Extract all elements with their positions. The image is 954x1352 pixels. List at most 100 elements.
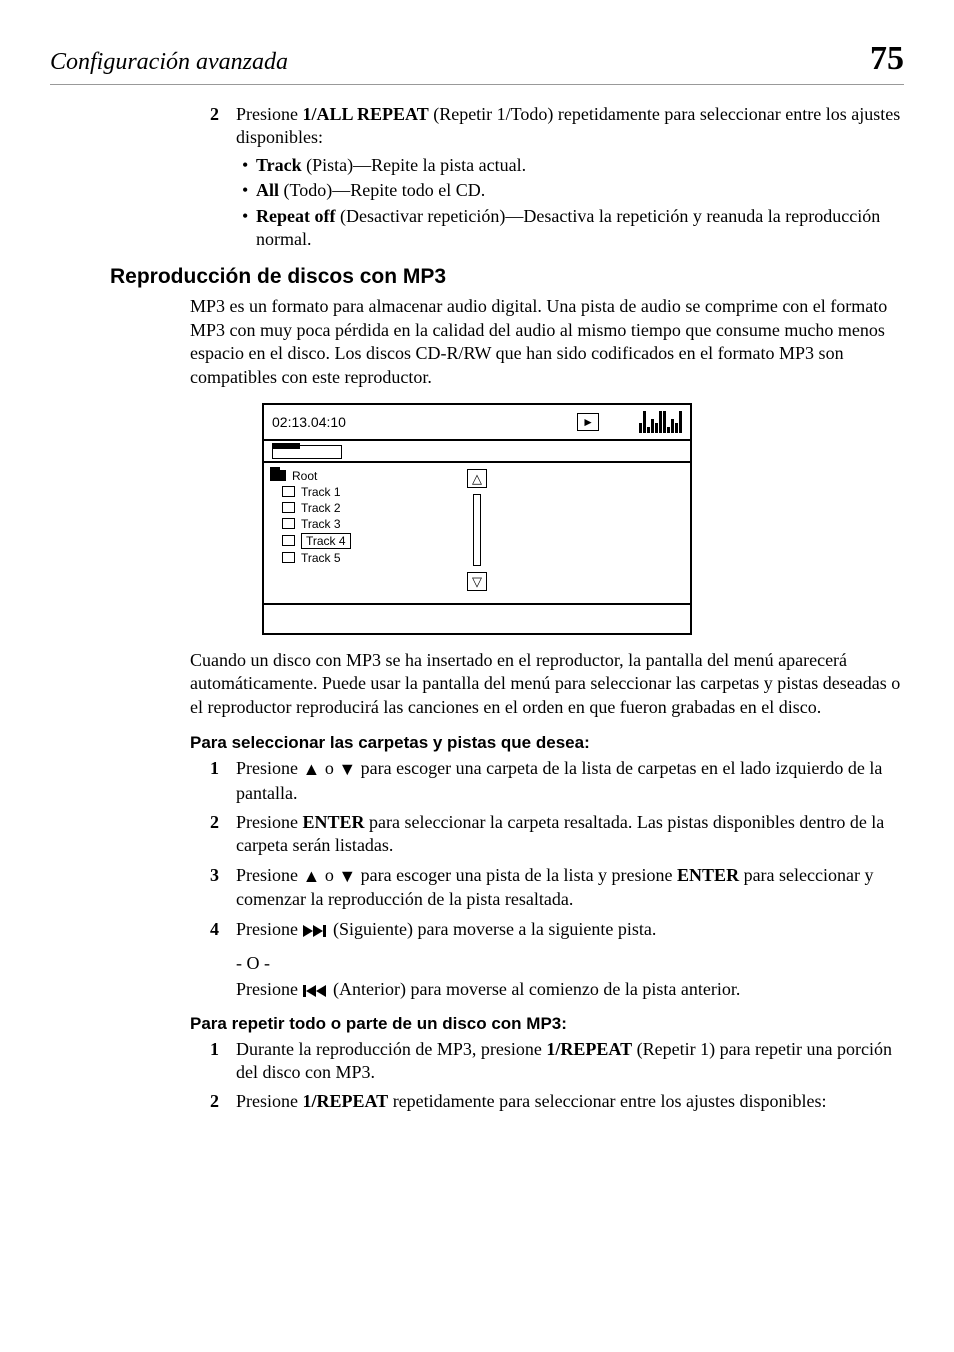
- text: Presione: [236, 865, 303, 885]
- track-row: Track 1: [270, 485, 437, 499]
- step-number: 4: [210, 918, 236, 941]
- bold-label: ENTER: [303, 812, 365, 832]
- root-label: Root: [292, 469, 317, 483]
- subhead-repeat: Para repetir todo o parte de un disco co…: [190, 1014, 904, 1034]
- step-item: 1 Presione ▲ o ▼ para escoger una carpet…: [210, 757, 904, 805]
- file-icon: [282, 486, 295, 497]
- screen-top-bar: 02:13.04:10 ►: [264, 405, 690, 441]
- text: (Siguiente) para moverse a la siguiente …: [333, 919, 656, 939]
- triangle-down-icon: ▼: [338, 758, 356, 781]
- heading-mp3: Reproducción de discos con MP3: [110, 265, 904, 289]
- scroll-track: [473, 494, 481, 566]
- step-item: 3 Presione ▲ o ▼ para escoger una pista …: [210, 864, 904, 912]
- text: Presione: [236, 758, 303, 778]
- bold-label: ENTER: [677, 865, 739, 885]
- bullet-rest: (Todo)—Repite todo el CD.: [279, 180, 485, 200]
- equalizer-icon: [639, 411, 682, 433]
- triangle-up-icon: ▲: [303, 758, 321, 781]
- player-screen: 02:13.04:10 ► Root Track 1 Track 2 Track…: [262, 403, 692, 635]
- time-readout: 02:13.04:10: [272, 414, 577, 430]
- file-icon: [282, 518, 295, 529]
- step-item: 2 Presione ENTER para seleccionar la car…: [210, 811, 904, 858]
- bullet-bold: Track: [256, 155, 302, 175]
- scroll-up-icon: △: [467, 469, 487, 488]
- step-number: 3: [210, 864, 236, 912]
- paragraph-mp3-intro: MP3 es un formato para almacenar audio d…: [190, 295, 904, 389]
- subhead-select: Para seleccionar las carpetas y pistas q…: [190, 733, 904, 753]
- or-word: o: [325, 758, 339, 778]
- step-item: 2 Presione 1/REPEAT repetidamente para s…: [210, 1090, 904, 1113]
- step-list-repeat-all: 2 Presione 1/ALL REPEAT (Repetir 1/Todo)…: [210, 103, 904, 253]
- step-body: Presione (Siguiente) para moverse a la s…: [236, 918, 904, 941]
- bullet-dot: •: [236, 179, 256, 202]
- paragraph-after-screen: Cuando un disco con MP3 se ha insertado …: [190, 649, 904, 719]
- step-list-select: 1 Presione ▲ o ▼ para escoger una carpet…: [210, 757, 904, 941]
- step-list-select-cont: Presione (Anterior) para moverse al comi…: [210, 978, 904, 1001]
- step-body: Durante la reproducción de MP3, presione…: [236, 1038, 904, 1085]
- screen-body: Root Track 1 Track 2 Track 3 Track 4 Tra…: [264, 463, 690, 603]
- track-label: Track 5: [301, 551, 341, 565]
- step-body: Presione 1/ALL REPEAT (Repetir 1/Todo) r…: [236, 103, 904, 253]
- track-label: Track 2: [301, 501, 341, 515]
- section-title: Configuración avanzada: [50, 49, 288, 76]
- text: Presione: [236, 812, 303, 832]
- bullet-bold: Repeat off: [256, 206, 335, 226]
- track-row: Track 2: [270, 501, 437, 515]
- progress-bar-area: [264, 441, 690, 463]
- next-track-icon: [303, 925, 329, 937]
- prev-track-icon: [303, 985, 329, 997]
- scroll-down-icon: ▽: [467, 572, 487, 591]
- track-row: Track 3: [270, 517, 437, 531]
- text: para escoger una pista de la lista y pre…: [361, 865, 677, 885]
- bold-label: 1/REPEAT: [546, 1039, 632, 1059]
- bullet-item: •Track (Pista)—Repite la pista actual.: [236, 154, 904, 177]
- text: Presione: [236, 104, 303, 124]
- step-body: Presione ▲ o ▼ para escoger una carpeta …: [236, 757, 904, 805]
- bullet-list: •Track (Pista)—Repite la pista actual. •…: [236, 154, 904, 252]
- page-number: 75: [870, 40, 904, 78]
- track-row: Track 4: [270, 533, 437, 549]
- or-word: o: [325, 865, 339, 885]
- text: (Anterior) para moverse al comienzo de l…: [333, 979, 740, 999]
- bullet-dot: •: [236, 154, 256, 177]
- bullet-bold: All: [256, 180, 279, 200]
- folder-icon: [270, 470, 286, 481]
- step-body: Presione ▲ o ▼ para escoger una pista de…: [236, 864, 904, 912]
- screen-right-pane: [511, 463, 690, 603]
- text: Presione: [236, 979, 303, 999]
- step-item: 4 Presione (Siguiente) para moverse a la…: [210, 918, 904, 941]
- track-label: Track 3: [301, 517, 341, 531]
- bold-label: 1/REPEAT: [303, 1091, 389, 1111]
- bold-label: 1/ALL REPEAT: [303, 104, 429, 124]
- step-number: 2: [210, 811, 236, 858]
- step-number-empty: [210, 978, 236, 1001]
- step-list-repeat-mp3: 1 Durante la reproducción de MP3, presio…: [210, 1038, 904, 1114]
- bullet-item: •Repeat off (Desactivar repetición)—Desa…: [236, 205, 904, 252]
- file-icon: [282, 502, 295, 513]
- step-number: 1: [210, 1038, 236, 1085]
- bullet-rest: (Desactivar repetición)—Desactiva la rep…: [256, 206, 880, 249]
- or-separator: - O -: [236, 953, 904, 974]
- step-item: Presione (Anterior) para moverse al comi…: [210, 978, 904, 1001]
- step-item: 2 Presione 1/ALL REPEAT (Repetir 1/Todo)…: [210, 103, 904, 253]
- step-number: 1: [210, 757, 236, 805]
- track-label-selected: Track 4: [301, 533, 351, 549]
- root-folder-row: Root: [270, 469, 437, 483]
- bullet-dot: •: [236, 205, 256, 252]
- progress-fill: [272, 443, 300, 449]
- text: Durante la reproducción de MP3, presione: [236, 1039, 546, 1059]
- step-number: 2: [210, 103, 236, 253]
- bullet-rest: (Pista)—Repite la pista actual.: [302, 155, 526, 175]
- track-list: Root Track 1 Track 2 Track 3 Track 4 Tra…: [264, 463, 443, 603]
- step-number: 2: [210, 1090, 236, 1113]
- track-row: Track 5: [270, 551, 437, 565]
- text: repetidamente para seleccionar entre los…: [388, 1091, 826, 1111]
- step-body: Presione (Anterior) para moverse al comi…: [236, 978, 904, 1001]
- triangle-up-icon: ▲: [303, 865, 321, 888]
- step-body: Presione ENTER para seleccionar la carpe…: [236, 811, 904, 858]
- scroll-arrows: △ ▽: [443, 463, 511, 603]
- screen-bottom-bar: [264, 603, 690, 633]
- text: Presione: [236, 919, 303, 939]
- triangle-down-icon: ▼: [338, 865, 356, 888]
- track-label: Track 1: [301, 485, 341, 499]
